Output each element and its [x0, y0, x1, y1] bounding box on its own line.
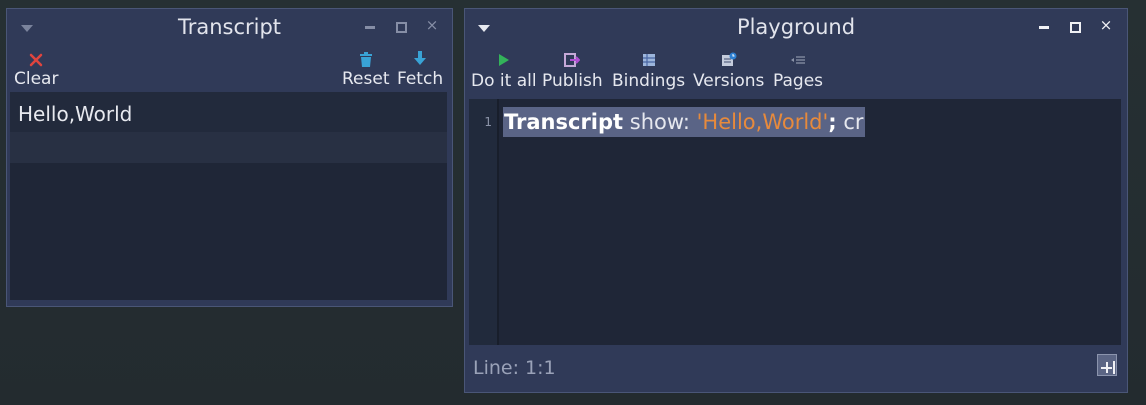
playground-titlebar[interactable]: Playground × [465, 9, 1127, 47]
clear-button[interactable]: Clear [14, 49, 58, 89]
transcript-titlebar[interactable]: Transcript × [7, 9, 452, 47]
minimize-button[interactable] [1036, 19, 1052, 35]
publish-button[interactable]: Publish [542, 51, 603, 91]
code-selector: show: [623, 110, 697, 134]
code-line[interactable]: Transcript show: 'Hello,World'; cr [503, 107, 865, 137]
output-line: Hello,World [10, 92, 447, 132]
transcript-output[interactable]: Hello,World [10, 92, 447, 300]
reset-button[interactable]: Reset [342, 49, 390, 89]
transcript-window: Transcript × Clear Reset Fetch Hello,Wor… [6, 8, 453, 307]
code-editor[interactable]: 1 Transcript show: 'Hello,World'; cr [469, 99, 1121, 345]
window-title: Transcript [177, 15, 282, 39]
bindings-button[interactable]: Bindings [612, 51, 685, 91]
playground-window: Playground × Do it all Publish Bindings … [464, 8, 1128, 393]
add-button[interactable] [1097, 354, 1117, 376]
close-x-icon [28, 49, 44, 69]
fetch-button[interactable]: Fetch [397, 49, 443, 89]
download-arrow-icon [413, 49, 427, 69]
cursor-position-status: Line: 1:1 [473, 357, 556, 379]
pages-icon [790, 51, 806, 71]
code-string-literal: 'Hello,World' [696, 110, 829, 134]
pages-button[interactable]: Pages [773, 51, 823, 91]
window-title: Playground [736, 15, 856, 39]
play-icon [498, 51, 510, 71]
versions-icon [721, 51, 737, 71]
do-it-all-button[interactable]: Do it all [471, 51, 537, 91]
code-receiver: Transcript [504, 110, 624, 134]
trash-icon [359, 49, 373, 69]
versions-button[interactable]: Versions [693, 51, 764, 91]
minimize-button[interactable] [362, 19, 378, 35]
close-icon: × [425, 16, 439, 34]
close-button[interactable]: × [1098, 16, 1114, 35]
publish-icon [564, 51, 581, 71]
output-line [10, 132, 447, 163]
add-icon [1113, 361, 1115, 374]
close-icon: × [1099, 16, 1113, 34]
maximize-button[interactable] [1067, 19, 1083, 35]
line-number: 1 [484, 115, 492, 129]
desktop: Transcript × Clear Reset Fetch Hello,Wor… [0, 0, 1146, 405]
code-cascade-semicolon: ; [828, 110, 837, 134]
bindings-icon [642, 51, 656, 71]
maximize-button[interactable] [393, 19, 409, 35]
close-button[interactable]: × [424, 16, 440, 35]
code-cascade-message: cr [836, 110, 864, 134]
line-number-gutter: 1 [469, 99, 499, 345]
